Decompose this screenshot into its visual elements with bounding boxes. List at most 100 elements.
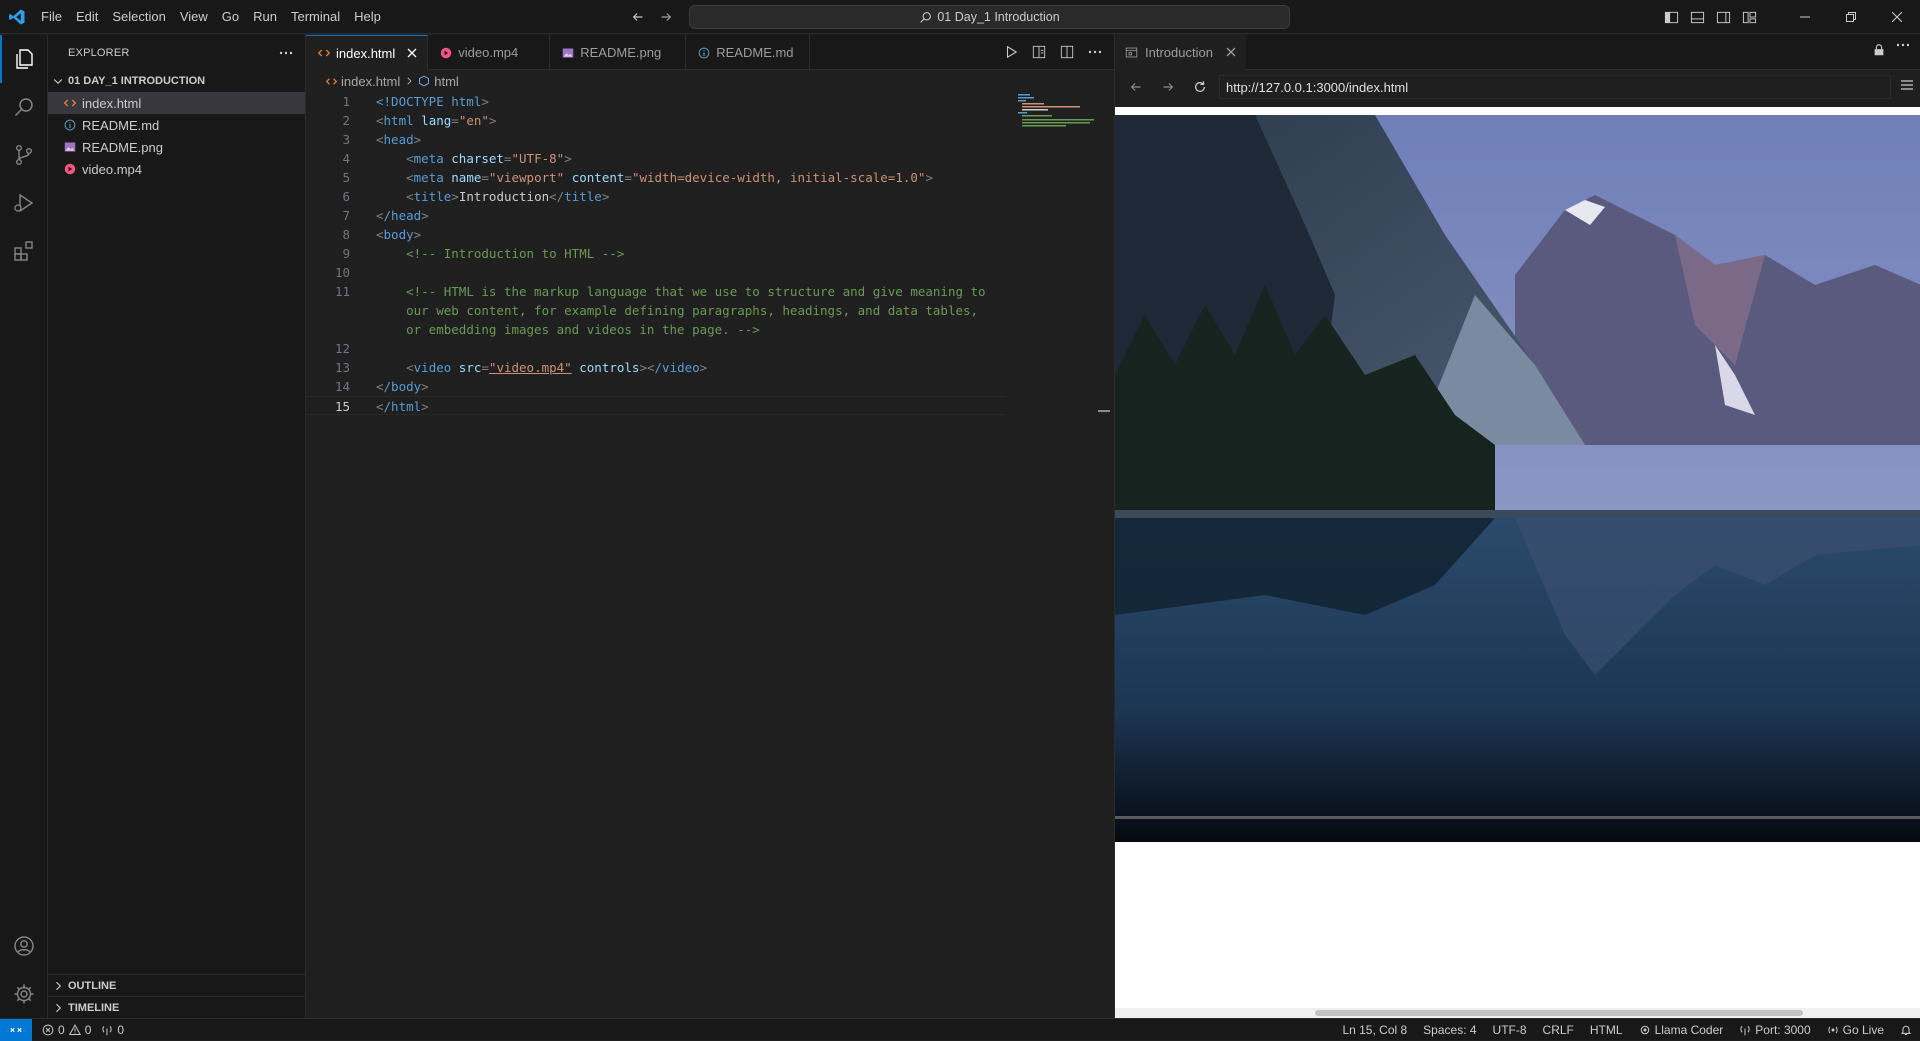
hamburger-menu-icon[interactable] bbox=[1900, 79, 1914, 91]
explorer-icon[interactable] bbox=[0, 35, 48, 83]
antenna-icon bbox=[1739, 1024, 1751, 1036]
refresh-icon[interactable] bbox=[1187, 74, 1213, 100]
horizontal-scrollbar[interactable] bbox=[1115, 1008, 1920, 1018]
toggle-panel-icon[interactable] bbox=[1688, 8, 1706, 26]
code-token: title bbox=[413, 189, 452, 204]
error-count: 0 bbox=[58, 1022, 65, 1037]
language-mode[interactable]: HTML bbox=[1590, 1023, 1623, 1037]
customize-layout-icon[interactable] bbox=[1740, 8, 1758, 26]
broadcast-icon bbox=[1827, 1024, 1839, 1036]
menu-edit[interactable]: Edit bbox=[69, 0, 105, 34]
menu-terminal[interactable]: Terminal bbox=[284, 0, 347, 34]
tab-index-html[interactable]: index.html bbox=[306, 35, 429, 70]
code-token: charset bbox=[443, 151, 504, 166]
port-label: Port: 3000 bbox=[1755, 1023, 1811, 1037]
back-arrow-icon[interactable] bbox=[628, 7, 648, 27]
remote-indicator-icon[interactable] bbox=[0, 1018, 32, 1041]
code-token: "viewport" bbox=[488, 170, 565, 185]
forward-arrow-icon[interactable] bbox=[1155, 74, 1181, 100]
cursor-position[interactable]: Ln 15, Col 8 bbox=[1342, 1023, 1407, 1037]
error-icon bbox=[42, 1024, 54, 1036]
file-item-readme-png[interactable]: README.png bbox=[48, 136, 305, 158]
run-debug-icon[interactable] bbox=[0, 179, 48, 227]
minimize-button[interactable] bbox=[1782, 0, 1828, 34]
toggle-primary-sidebar-icon[interactable] bbox=[1662, 8, 1680, 26]
extensions-icon[interactable] bbox=[0, 227, 48, 275]
outline-section[interactable]: OUTLINE bbox=[48, 974, 306, 996]
code-editor[interactable]: 1 <!DOCTYPE html> 2 <html lang="en"> 3 <hea… bbox=[306, 92, 1114, 1018]
forward-arrow-icon[interactable] bbox=[656, 7, 676, 27]
timeline-section[interactable]: TIMELINE bbox=[48, 996, 306, 1018]
tab-readme-png[interactable]: README.png bbox=[550, 35, 687, 70]
restore-button[interactable] bbox=[1828, 0, 1874, 34]
code-line: 9 <!-- Introduction to HTML --> bbox=[306, 244, 1114, 263]
menu-selection[interactable]: Selection bbox=[105, 0, 172, 34]
line-number: 9 bbox=[342, 246, 350, 261]
code-token: name bbox=[443, 170, 482, 185]
command-center-search[interactable]: 01 Day_1 Introduction bbox=[689, 5, 1290, 29]
tab-introduction-preview[interactable]: Introduction bbox=[1115, 34, 1246, 70]
gear-icon bbox=[1639, 1024, 1651, 1036]
video-player[interactable] bbox=[1115, 115, 1920, 842]
code-token: content bbox=[564, 170, 625, 185]
breadcrumb-file[interactable]: index.html bbox=[341, 74, 400, 89]
url-input[interactable] bbox=[1219, 75, 1891, 99]
ports-status[interactable]: 0 bbox=[101, 1023, 124, 1037]
scrollbar-thumb[interactable] bbox=[1315, 1010, 1803, 1016]
port-status[interactable]: Port: 3000 bbox=[1739, 1023, 1811, 1037]
llama-coder-status[interactable]: Llama Coder bbox=[1639, 1023, 1723, 1037]
line-number: 12 bbox=[334, 341, 350, 356]
line-number bbox=[306, 320, 350, 339]
code-token: /video bbox=[654, 360, 700, 375]
code-link[interactable]: "video.mp4" bbox=[489, 360, 572, 375]
close-icon[interactable] bbox=[1226, 47, 1236, 57]
more-actions-icon[interactable] bbox=[279, 51, 293, 55]
code-line: or embedding images and videos in the pa… bbox=[306, 320, 1114, 339]
settings-gear-icon[interactable] bbox=[0, 970, 48, 1018]
file-item-video-mp4[interactable]: video.mp4 bbox=[48, 158, 305, 180]
menu-help[interactable]: Help bbox=[347, 0, 388, 34]
search-icon[interactable] bbox=[0, 83, 48, 131]
close-window-button[interactable] bbox=[1874, 0, 1920, 34]
code-line: 11 <!-- HTML is the markup language that… bbox=[306, 282, 1114, 301]
source-control-icon[interactable] bbox=[0, 131, 48, 179]
code-token: src bbox=[451, 360, 482, 375]
code-line: 12 bbox=[306, 339, 1114, 358]
line-number: 3 bbox=[342, 132, 350, 147]
preview-viewport bbox=[1115, 107, 1920, 1018]
line-ending[interactable]: CRLF bbox=[1543, 1023, 1574, 1037]
go-live-button[interactable]: Go Live bbox=[1827, 1023, 1884, 1037]
accounts-icon[interactable] bbox=[0, 922, 48, 970]
menu-run[interactable]: Run bbox=[246, 0, 284, 34]
split-editor-icon[interactable] bbox=[1058, 43, 1076, 61]
code-line: our web content, for example defining pa… bbox=[306, 301, 1114, 320]
toggle-secondary-sidebar-icon[interactable] bbox=[1714, 8, 1732, 26]
more-actions-icon[interactable] bbox=[1896, 43, 1910, 57]
run-icon[interactable] bbox=[1002, 43, 1020, 61]
breadcrumb: index.html html bbox=[306, 70, 1114, 92]
encoding[interactable]: UTF-8 bbox=[1493, 1023, 1527, 1037]
file-item-index-html[interactable]: index.html bbox=[48, 92, 305, 114]
folder-header[interactable]: 01 DAY_1 INTRODUCTION bbox=[48, 70, 305, 92]
code-token: html bbox=[443, 94, 482, 109]
menu-go[interactable]: Go bbox=[215, 0, 246, 34]
code-token: video bbox=[413, 360, 452, 375]
video-progress-bar[interactable] bbox=[1115, 816, 1920, 819]
open-preview-icon[interactable] bbox=[1030, 43, 1048, 61]
indentation[interactable]: Spaces: 4 bbox=[1423, 1023, 1476, 1037]
lock-icon[interactable] bbox=[1872, 43, 1886, 57]
menu-view[interactable]: View bbox=[173, 0, 215, 34]
tab-readme-md[interactable]: README.md bbox=[686, 35, 811, 70]
file-item-readme-md[interactable]: README.md bbox=[48, 114, 305, 136]
tab-label: index.html bbox=[336, 45, 396, 61]
tab-video-mp4[interactable]: video.mp4 bbox=[428, 35, 551, 70]
problems-status[interactable]: 0 0 bbox=[42, 1023, 91, 1037]
menu-file[interactable]: File bbox=[34, 0, 69, 34]
bell-icon[interactable] bbox=[1900, 1024, 1912, 1036]
back-arrow-icon[interactable] bbox=[1123, 74, 1149, 100]
more-actions-icon[interactable] bbox=[1086, 43, 1104, 61]
minimap[interactable] bbox=[1016, 92, 1096, 132]
html-file-icon bbox=[64, 97, 76, 109]
close-icon[interactable] bbox=[407, 48, 417, 58]
breadcrumb-symbol[interactable]: html bbox=[434, 74, 459, 89]
